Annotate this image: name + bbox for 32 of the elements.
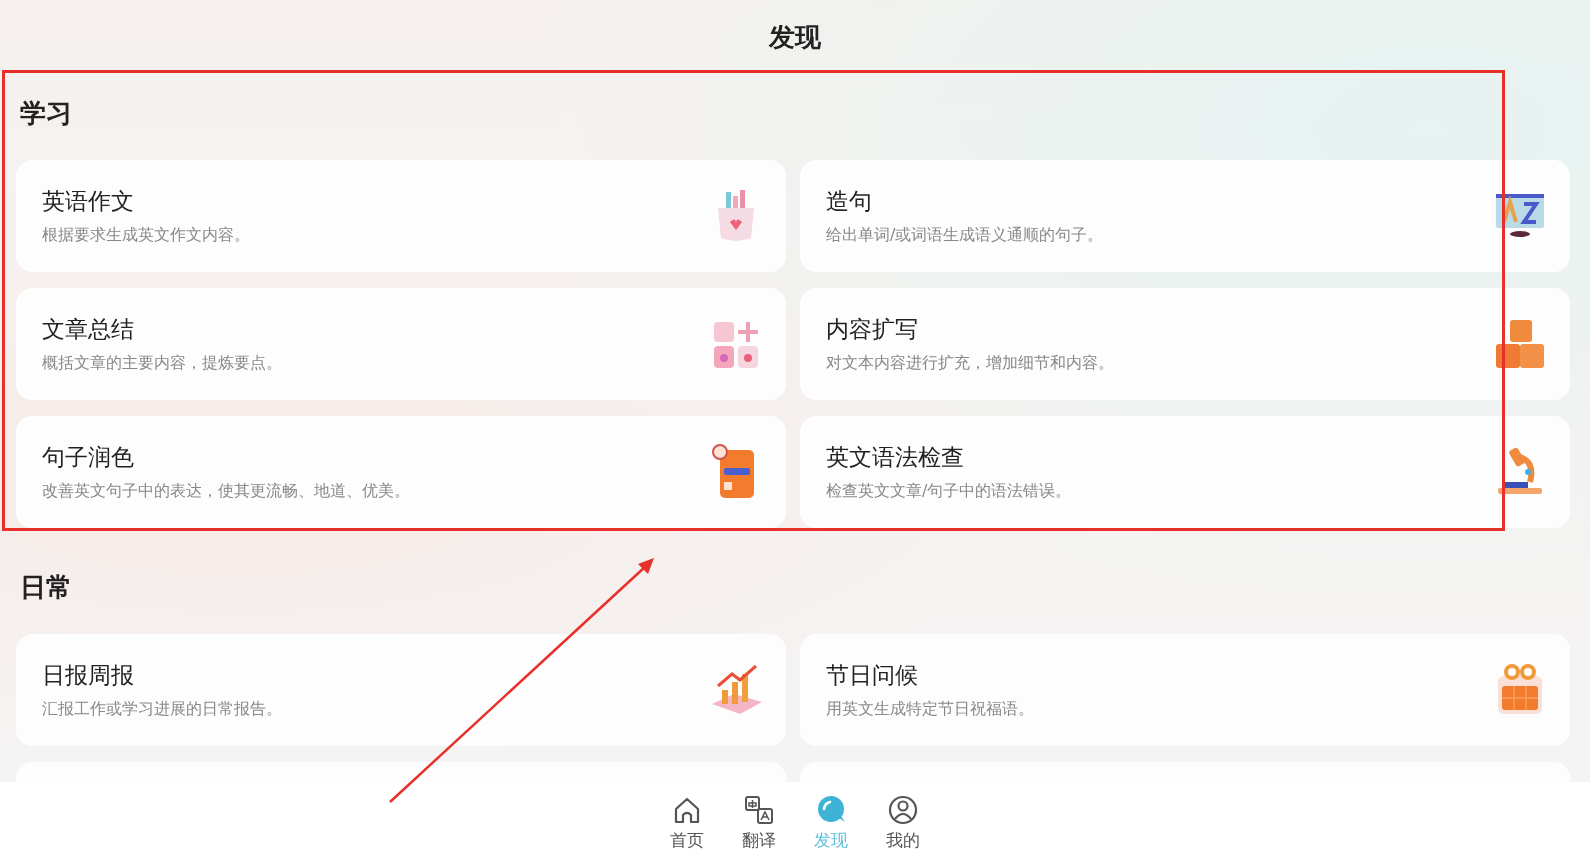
section-heading: 日常 bbox=[19, 571, 73, 604]
card-description: 概括文章的主要内容，提炼要点。 bbox=[42, 353, 282, 374]
card-description: 对文本内容进行扩充，增加细节和内容。 bbox=[826, 353, 1114, 374]
nav-tab[interactable]: 首页 bbox=[664, 794, 710, 852]
card-title: 内容扩写 bbox=[826, 315, 919, 344]
nav-tab[interactable]: 翻译 bbox=[736, 794, 782, 852]
feature-card[interactable]: 句子润色 改善英文句子中的表达，使其更流畅、地道、优美。 bbox=[16, 416, 786, 528]
card-description: 改善英文句子中的表达，使其更流畅、地道、优美。 bbox=[42, 481, 410, 502]
page-title: 发现 bbox=[767, 21, 822, 54]
card-title: 造句 bbox=[826, 187, 873, 216]
card-description: 给出单词/或词语生成语义通顺的句子。 bbox=[826, 225, 1104, 246]
feature-card[interactable]: 内容扩写 对文本内容进行扩充，增加细节和内容。 bbox=[800, 288, 1570, 400]
user-icon bbox=[887, 794, 919, 826]
feature-card[interactable]: 日报周报 汇报工作或学习进展的日常报告。 bbox=[16, 634, 786, 746]
card-title: 英文语法检查 bbox=[826, 443, 965, 472]
card-description: 用英文生成特定节日祝福语。 bbox=[826, 699, 1034, 720]
card-description: 检查英文文章/句子中的语法错误。 bbox=[826, 481, 1072, 502]
feature-card[interactable]: 英语作文 根据要求生成英文作文内容。 bbox=[16, 160, 786, 272]
feature-card[interactable]: 文章总结 概括文章的主要内容，提炼要点。 bbox=[16, 288, 786, 400]
nav-tab[interactable]: 我的 bbox=[880, 794, 926, 852]
card-title: 文章总结 bbox=[42, 315, 135, 344]
card-description: 根据要求生成英文作文内容。 bbox=[42, 225, 250, 246]
card-description: 汇报工作或学习进展的日常报告。 bbox=[42, 699, 282, 720]
feature-card[interactable]: 造句 给出单词/或词语生成语义通顺的句子。 bbox=[800, 160, 1570, 272]
feature-card[interactable]: 英文语法检查 检查英文文章/句子中的语法错误。 bbox=[800, 416, 1570, 528]
section-heading: 学习 bbox=[19, 97, 73, 130]
card-title: 日报周报 bbox=[42, 661, 135, 690]
feature-card[interactable]: 节日问候 用英文生成特定节日祝福语。 bbox=[800, 634, 1570, 746]
translate-icon bbox=[743, 794, 775, 826]
card-title: 英语作文 bbox=[42, 187, 135, 216]
card-title: 句子润色 bbox=[42, 443, 135, 472]
card-title: 节日问候 bbox=[826, 661, 919, 690]
